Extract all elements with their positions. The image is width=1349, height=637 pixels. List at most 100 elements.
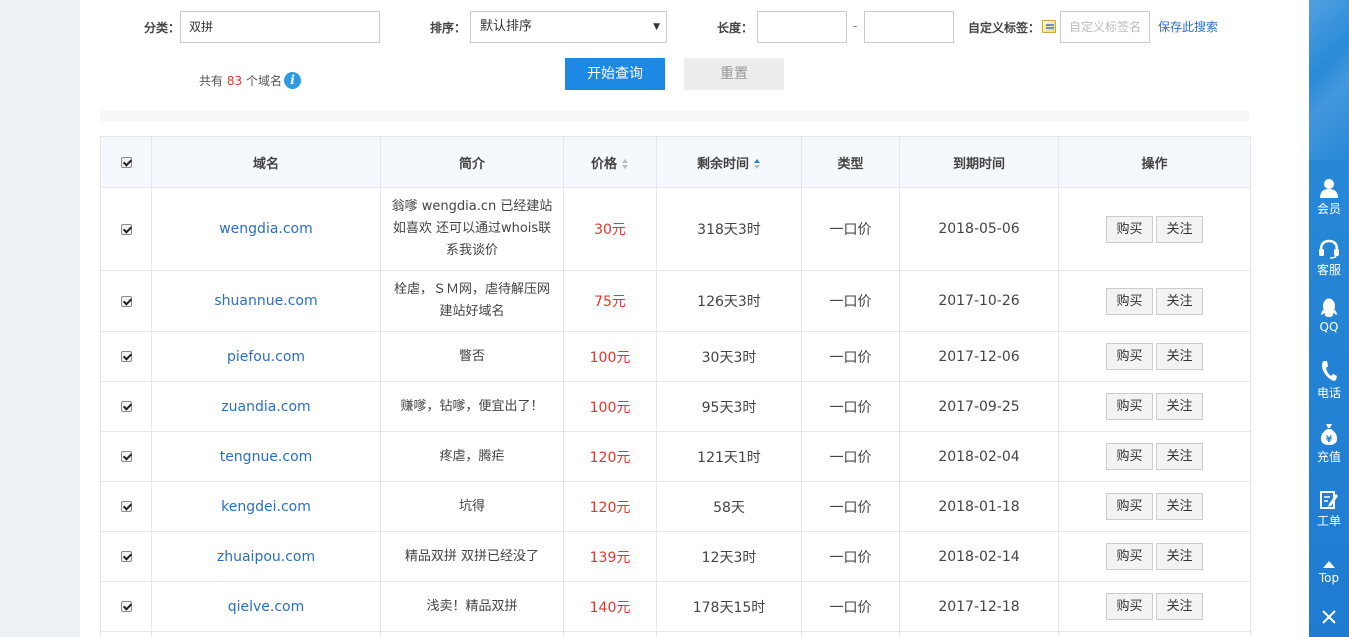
cell-remaining: 58天 (656, 481, 802, 532)
row-actions: 购买 关注 (1058, 581, 1251, 632)
row-checkbox[interactable] (120, 223, 132, 235)
length-min-input[interactable] (757, 11, 847, 43)
follow-button[interactable]: 关注 (1156, 343, 1203, 370)
row-select-cell (100, 270, 152, 332)
row-select-cell (100, 631, 152, 637)
custom-tag-input[interactable]: 自定义标签名 (1060, 11, 1150, 43)
row-checkbox[interactable] (120, 451, 132, 462)
header-remaining[interactable]: 剩余时间 (656, 136, 802, 188)
select-all-checkbox[interactable] (120, 156, 132, 168)
buy-button[interactable]: 购买 (1106, 393, 1153, 420)
cell-remaining: 178天15时 (656, 581, 802, 632)
cell-desc (380, 631, 564, 637)
dropdown-arrow-icon: ▼ (653, 22, 660, 32)
reset-button[interactable]: 重置 (684, 58, 784, 90)
sidebar-label-ticket: 工单 (1316, 514, 1341, 528)
info-icon[interactable]: i (284, 72, 301, 89)
row-actions: 购买 关注 (1058, 481, 1251, 532)
length-max-input[interactable] (864, 11, 954, 43)
sidebar-item-qq[interactable]: QQ (1309, 298, 1349, 348)
cell-expiry: 2018-05-06 (899, 187, 1059, 271)
sidebar-item-phone[interactable]: 电话 (1309, 360, 1349, 410)
buy-button[interactable]: 购买 (1106, 343, 1153, 370)
sidebar-item-member[interactable]: 会员 (1309, 178, 1349, 228)
cell-remaining: 12天3时 (656, 531, 802, 582)
cell-domain[interactable]: zuandia.com (151, 381, 381, 432)
follow-button[interactable]: 关注 (1156, 593, 1203, 620)
tag-icon[interactable] (1042, 20, 1056, 33)
buy-button[interactable]: 购买 (1106, 493, 1153, 520)
sort-select[interactable]: 默认排序 ▼ (470, 11, 667, 43)
row-checkbox[interactable] (120, 501, 132, 512)
cell-type: 一口价 (801, 581, 900, 632)
cell-expiry: 2018-01-18 (899, 481, 1059, 532)
table-row: tengnue.com 疼虐，腾疟 120元 121天1时 一口价 2018-02-04 购… (100, 431, 1251, 482)
follow-button[interactable]: 关注 (1156, 543, 1203, 570)
table-row: zuandia.com 赚嗲，钻嗲，便宜出了！ 100元 95天3时 一口价 2017-0… (100, 381, 1251, 432)
sidebar-label-recharge: 充值 (1316, 450, 1341, 464)
sort-icon[interactable] (754, 159, 761, 169)
cell-domain[interactable] (151, 631, 381, 637)
sidebar-label-top: Top (1318, 571, 1340, 585)
follow-button[interactable]: 关注 (1156, 287, 1203, 315)
row-actions: 购买 关注 (1058, 531, 1251, 582)
cell-desc: 栓虐，ＳＭ网，虐待解压网建站好域名 (380, 270, 564, 332)
header-expiry: 到期时间 (899, 136, 1059, 188)
cell-remaining (656, 631, 802, 637)
cell-domain[interactable]: kengdei.com (151, 481, 381, 532)
row-checkbox[interactable] (120, 351, 132, 362)
cell-domain[interactable]: shuannue.com (151, 270, 381, 332)
cell-type: 一口价 (801, 531, 900, 582)
row-actions (1058, 631, 1251, 637)
sidebar-label-qq: QQ (1319, 320, 1339, 334)
header-select-all[interactable] (100, 136, 152, 188)
cell-desc: 翁嗲 wengdia.cn 已经建站 如喜欢 还可以通过whois联系我谈价 (380, 187, 564, 271)
phone-icon (1322, 361, 1337, 381)
cell-domain[interactable]: piefou.com (151, 331, 381, 382)
category-label: 分类： (144, 21, 181, 35)
cell-price (563, 631, 657, 637)
follow-button[interactable]: 关注 (1156, 393, 1203, 420)
sidebar-close-button[interactable] (1309, 603, 1349, 633)
sidebar-item-recharge[interactable]: ¥ 充值 (1309, 422, 1349, 472)
row-checkbox[interactable] (120, 551, 132, 562)
buy-button[interactable]: 购买 (1106, 287, 1153, 315)
row-actions: 购买 关注 (1058, 270, 1251, 332)
money-bag-icon: ¥ (1320, 424, 1338, 445)
query-button[interactable]: 开始查询 (565, 58, 665, 90)
cell-domain[interactable]: zhuaipou.com (151, 531, 381, 582)
cell-domain[interactable]: qielve.com (151, 581, 381, 632)
sidebar-item-service[interactable]: 客服 (1309, 239, 1349, 289)
row-select-cell (100, 187, 152, 271)
sidebar-label-service: 客服 (1316, 263, 1341, 277)
cell-expiry: 2017-10-26 (899, 270, 1059, 332)
row-checkbox[interactable] (120, 601, 132, 612)
header-domain: 域名 (151, 136, 381, 188)
user-icon (1320, 179, 1338, 198)
buy-button[interactable]: 购买 (1106, 543, 1153, 570)
category-input[interactable]: 双拼 (180, 11, 380, 43)
table-row: piefou.com 瞥否 100元 30天3时 一口价 2017-12-06 购买 关注 (100, 331, 1251, 382)
buy-button[interactable]: 购买 (1106, 593, 1153, 620)
buy-button[interactable]: 购买 (1106, 215, 1153, 243)
save-search-link[interactable]: 保存此搜索 (1158, 18, 1218, 35)
cell-price: 75元 (563, 270, 657, 332)
row-checkbox[interactable] (120, 295, 132, 307)
length-separator: - (853, 19, 858, 33)
table-row: zhuaipou.com 精品双拼 双拼已经没了 139元 12天3时 一口价 2018-… (100, 531, 1251, 582)
svg-text:¥: ¥ (1326, 435, 1333, 445)
cell-domain[interactable]: tengnue.com (151, 431, 381, 482)
row-checkbox[interactable] (120, 401, 132, 412)
cell-price: 139元 (563, 531, 657, 582)
count-number: 83 (226, 74, 243, 88)
follow-button[interactable]: 关注 (1156, 443, 1203, 470)
follow-button[interactable]: 关注 (1156, 215, 1203, 243)
buy-button[interactable]: 购买 (1106, 443, 1153, 470)
cell-type: 一口价 (801, 381, 900, 432)
sidebar-item-ticket[interactable]: 工单 (1309, 490, 1349, 540)
header-price[interactable]: 价格 (563, 136, 657, 188)
follow-button[interactable]: 关注 (1156, 493, 1203, 520)
cell-domain[interactable]: wengdia.com (151, 187, 381, 271)
sort-icon[interactable] (622, 159, 629, 169)
cell-remaining: 30天3时 (656, 331, 802, 382)
